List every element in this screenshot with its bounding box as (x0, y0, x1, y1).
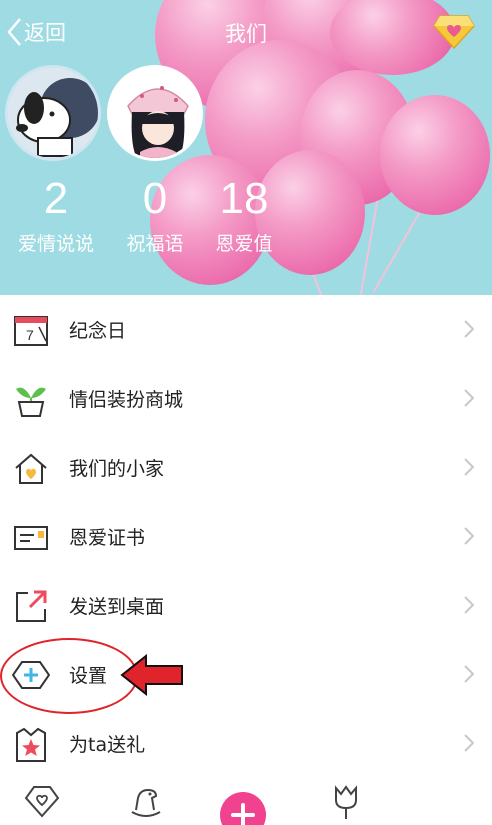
menu-item-send-gift[interactable]: 为ta送礼 (0, 709, 492, 778)
chevron-right-icon (464, 527, 474, 545)
balloon-string (372, 209, 422, 293)
tab-flower[interactable] (330, 784, 362, 824)
stat-label: 恩爱值 (215, 233, 273, 255)
send-to-desktop-icon (16, 590, 47, 622)
tulip-icon (335, 785, 357, 819)
menu-item-label: 设置 (69, 665, 108, 687)
snoopy-avatar-icon (8, 68, 98, 158)
stat-label: 祝福语 (126, 233, 184, 255)
settings-hexagon-icon (12, 661, 50, 689)
menu-list: 7 纪念日 情侣装扮商城 我们的小家 恩爱证书 发送到桌面 设置 为ta送礼 (0, 295, 492, 778)
chevron-right-icon (464, 665, 474, 683)
page-title: 我们 (225, 22, 267, 46)
avatar-me[interactable] (5, 65, 101, 161)
stat-value: 18 (219, 174, 269, 223)
house-heart-icon (15, 453, 47, 484)
chevron-right-icon (464, 389, 474, 407)
heart-shield-icon (24, 786, 60, 818)
diamond-gem-icon (433, 15, 475, 50)
top-bar: 返回 我们 (0, 0, 492, 64)
menu-item-label: 情侣装扮商城 (69, 389, 184, 411)
menu-item-label: 恩爱证书 (69, 527, 146, 549)
girl-avatar-icon (110, 68, 200, 158)
bottom-tab-bar (0, 770, 492, 825)
chevron-right-icon (464, 596, 474, 614)
stat-label: 爱情说说 (17, 233, 94, 255)
diamond-gem-button[interactable] (432, 12, 476, 52)
header-banner: 返回 我们 2 爱情说说 0 祝福语 18 恩爱值 (0, 0, 492, 295)
chevron-right-icon (464, 320, 474, 338)
chevron-right-icon (464, 458, 474, 476)
tab-toys[interactable] (126, 782, 166, 824)
stat-value: 2 (43, 174, 69, 223)
stat-love-posts[interactable]: 2 爱情说说 (8, 175, 104, 256)
balloon-shape (380, 95, 490, 215)
calendar-day: 7 (26, 327, 34, 343)
stat-affection-value[interactable]: 18 恩爱值 (196, 175, 292, 256)
menu-item-couple-shop[interactable]: 情侣装扮商城 (0, 364, 492, 433)
menu-item-love-certificate[interactable]: 恩爱证书 (0, 502, 492, 571)
rocking-horse-icon (131, 788, 161, 817)
menu-item-send-to-desktop[interactable]: 发送到桌面 (0, 571, 492, 640)
certificate-icon (14, 526, 48, 550)
sprout-pot-icon (16, 387, 46, 417)
tab-home[interactable] (24, 784, 60, 822)
menu-item-label: 发送到桌面 (69, 596, 165, 618)
menu-item-label: 为ta送礼 (69, 734, 146, 756)
chevron-right-icon (464, 734, 474, 752)
stat-value: 0 (142, 174, 168, 223)
avatar-partner[interactable] (107, 65, 203, 161)
gift-star-icon (16, 727, 46, 762)
menu-item-anniversary[interactable]: 7 纪念日 (0, 295, 492, 364)
add-button[interactable] (220, 792, 266, 825)
menu-item-our-home[interactable]: 我们的小家 (0, 433, 492, 502)
menu-item-settings[interactable]: 设置 (0, 640, 492, 709)
menu-item-label: 我们的小家 (69, 458, 165, 480)
calendar-icon: 7 (14, 316, 48, 346)
stat-blessings[interactable]: 0 祝福语 (107, 175, 203, 256)
menu-item-label: 纪念日 (69, 320, 127, 342)
